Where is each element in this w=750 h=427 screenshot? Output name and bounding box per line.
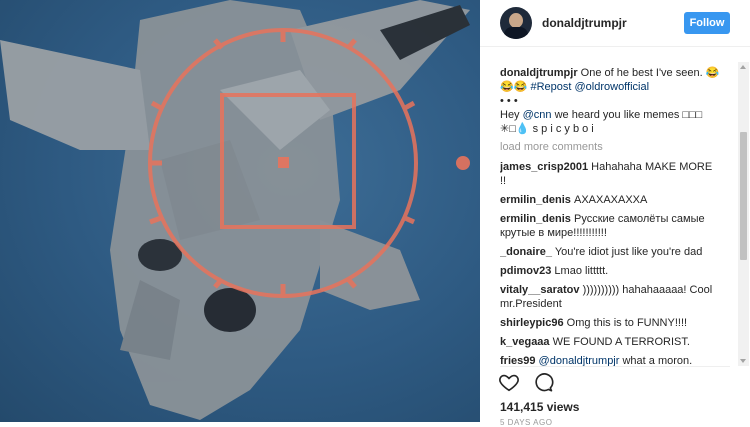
video-frame xyxy=(0,0,470,420)
divider xyxy=(500,366,730,367)
comment-icon[interactable] xyxy=(532,371,554,393)
load-more-comments-link[interactable]: load more comments xyxy=(500,140,720,154)
post-header: donaldjtrumpjr Follow xyxy=(480,0,750,47)
comment-item: shirleypic96 Omg this is to FUNNY!!!! xyxy=(500,316,720,330)
caption: donaldjtrumpjr One of he best I've seen.… xyxy=(500,66,720,136)
caption-line2-prefix: Hey xyxy=(500,109,520,121)
comment-text: what a moron. xyxy=(622,355,693,366)
comment-item: k_vegaaa WE FOUND A TERRORIST. xyxy=(500,335,720,349)
comment-username[interactable]: _donaire_ xyxy=(500,246,552,258)
comments-list: donaldjtrumpjr One of he best I've seen.… xyxy=(500,66,720,366)
views-count: 141,415 views xyxy=(500,400,580,414)
comment-text: АХАХАХАХХА xyxy=(573,194,648,206)
avatar[interactable] xyxy=(500,7,532,39)
comment-username[interactable]: vitaly__saratov xyxy=(500,284,580,296)
heart-icon[interactable] xyxy=(498,371,520,393)
jet-image xyxy=(0,0,470,420)
comment-item: ermilin_denis АХАХАХАХХА xyxy=(500,193,720,207)
comment-username[interactable]: shirleypic96 xyxy=(500,317,564,329)
post-sidebar: donaldjtrumpjr Follow donaldjtrumpjr One… xyxy=(480,0,750,427)
follow-button[interactable]: Follow xyxy=(684,12,730,34)
comments-scrollbar[interactable] xyxy=(738,62,749,366)
caption-mention-link[interactable]: @cnn xyxy=(523,109,552,121)
comment-item: pdimov23 Lmao littttt. xyxy=(500,264,720,278)
comment-text: Lmao littttt. xyxy=(554,265,609,277)
comment-username[interactable]: ermilin_denis xyxy=(500,194,571,206)
post-date: 5 DAYS AGO xyxy=(500,418,553,427)
post-actions xyxy=(498,371,554,393)
comment-username[interactable]: fries99 xyxy=(500,355,535,366)
comment-item: ermilin_denis Русские самолёты самые кру… xyxy=(500,212,720,240)
comment-text: WE FOUND A TERRORIST. xyxy=(552,336,690,348)
comment-username[interactable]: k_vegaaa xyxy=(500,336,550,348)
comment-username[interactable]: james_crisp2001 xyxy=(500,161,588,173)
comment-username[interactable]: ermilin_denis xyxy=(500,213,571,225)
caption-hashtag-link[interactable]: #Repost @oldrowofficial xyxy=(530,81,649,93)
reticle-center xyxy=(278,157,289,168)
comment-item: fries99 @donaldjtrumpjr what a moron. xyxy=(500,354,720,366)
reticle-marker xyxy=(456,156,470,170)
post-video[interactable] xyxy=(0,0,480,422)
comment-text: Omg this is to FUNNY!!!! xyxy=(566,317,688,329)
caption-username[interactable]: donaldjtrumpjr xyxy=(500,67,578,79)
scrollbar-thumb[interactable] xyxy=(740,132,747,260)
scroll-up-icon[interactable] xyxy=(740,65,746,69)
comment-item: vitaly__saratov )))))))))) hahahaaaaa! C… xyxy=(500,283,720,311)
header-username[interactable]: donaldjtrumpjr xyxy=(542,16,627,30)
comment-text: You're idiot just like you're dad xyxy=(554,246,703,258)
comment-mention-link[interactable]: @donaldjtrumpjr xyxy=(539,355,620,366)
caption-line2-text: we heard you like memes □□□ xyxy=(554,109,703,121)
scroll-down-icon[interactable] xyxy=(740,359,746,363)
comment-username[interactable]: pdimov23 xyxy=(500,265,551,277)
comment-item: james_crisp2001 Hahahaha MAKE MORE !! xyxy=(500,160,720,188)
caption-dots: • • • xyxy=(500,95,518,107)
caption-line3: ✳︎□💧 s p i c y b o i xyxy=(500,123,594,135)
comment-item: _donaire_ You're idiot just like you're … xyxy=(500,245,720,259)
